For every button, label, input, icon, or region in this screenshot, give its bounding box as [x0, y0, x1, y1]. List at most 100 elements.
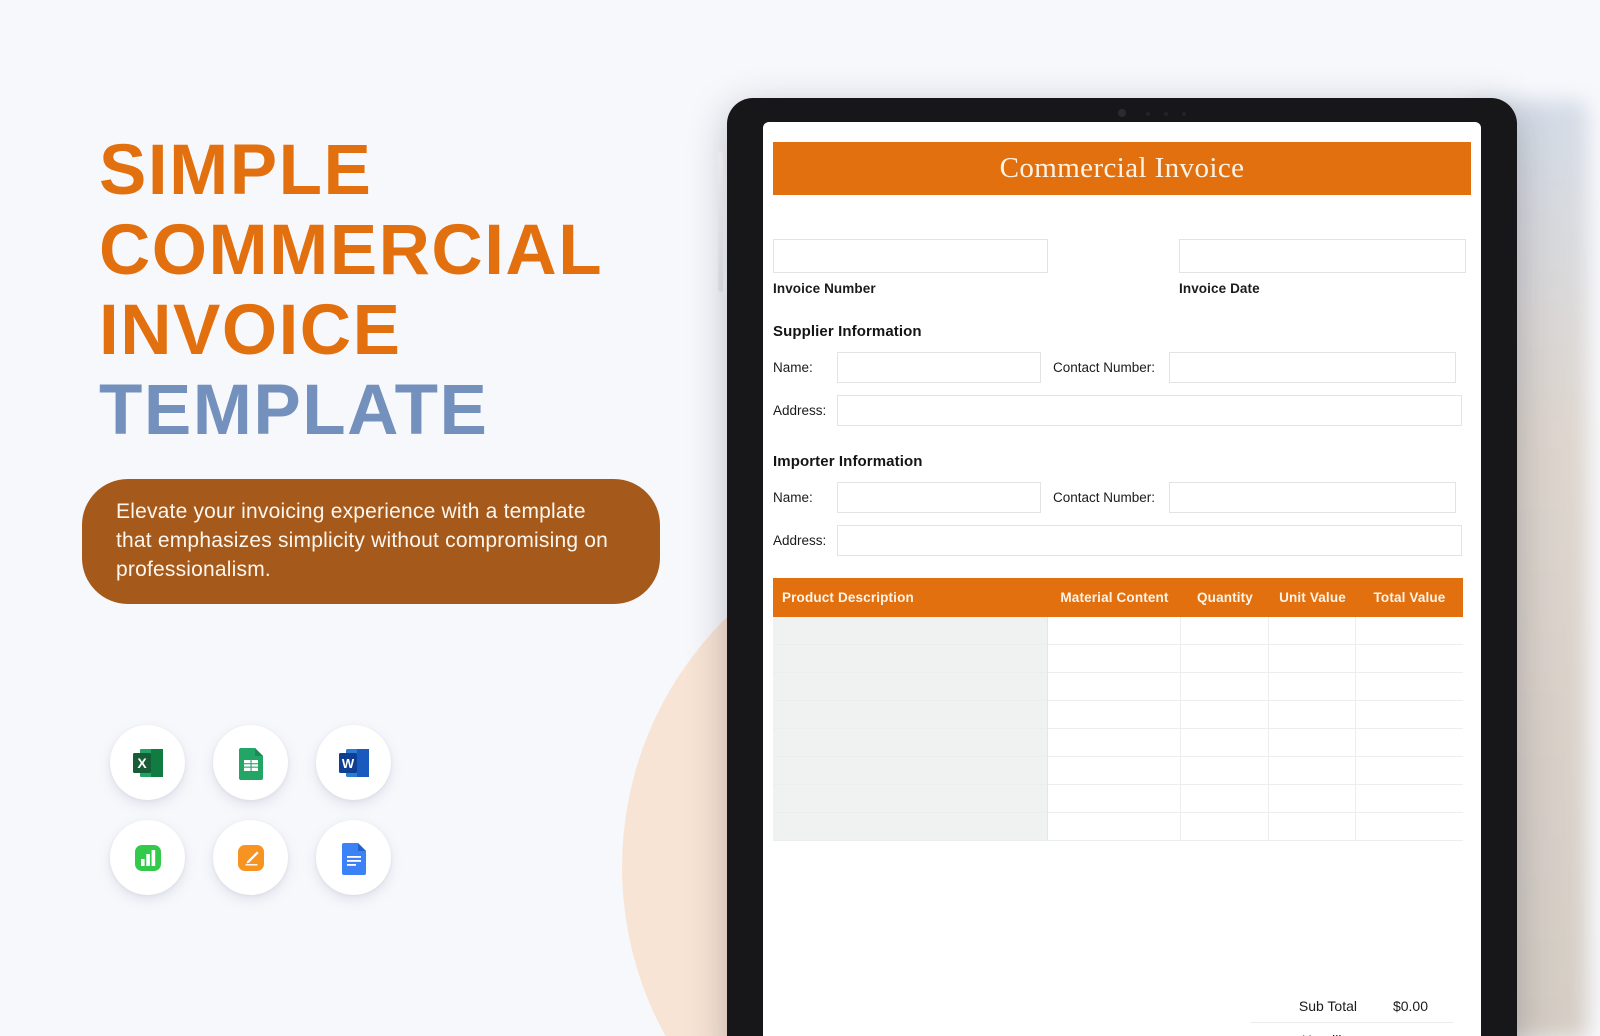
title-line-1: SIMPLE [99, 131, 373, 210]
invoice-document: Commercial Invoice Invoice Number Invoic… [763, 122, 1481, 1036]
table-cell[interactable] [773, 785, 1048, 813]
format-cell-google-sheets[interactable] [206, 718, 295, 807]
importer-name-label: Name: [773, 490, 813, 505]
format-cell-numbers[interactable] [103, 813, 192, 902]
invoice-number-field: Invoice Number [773, 239, 1048, 296]
table-cell[interactable] [1048, 785, 1181, 813]
table-cell[interactable] [1181, 813, 1269, 841]
table-cell[interactable] [1048, 729, 1181, 757]
svg-text:X: X [137, 755, 147, 771]
table-cell[interactable] [1356, 757, 1463, 785]
table-row[interactable] [773, 785, 1463, 813]
supplier-contact-input[interactable] [1169, 352, 1456, 383]
table-cell[interactable] [1181, 757, 1269, 785]
table-cell[interactable] [1356, 617, 1463, 645]
table-cell[interactable] [1048, 813, 1181, 841]
microsoft-word-icon[interactable]: W [316, 725, 391, 800]
totals-label: Sub Total [1298, 997, 1357, 1014]
format-cell-pages[interactable] [206, 813, 295, 902]
table-cell[interactable] [1181, 645, 1269, 673]
table-row[interactable] [773, 673, 1463, 701]
apple-pages-icon[interactable] [213, 820, 288, 895]
title-line-2: COMMERCIAL [99, 211, 604, 290]
table-cell[interactable] [773, 617, 1048, 645]
table-cell[interactable] [773, 757, 1048, 785]
table-row[interactable] [773, 729, 1463, 757]
table-cell[interactable] [1181, 701, 1269, 729]
table-cell[interactable] [1269, 673, 1356, 701]
file-format-row-1: X W [103, 718, 398, 807]
table-cell[interactable] [1181, 617, 1269, 645]
table-cell[interactable] [1356, 785, 1463, 813]
table-cell[interactable] [1181, 785, 1269, 813]
importer-name-row: Name: Contact Number: [773, 482, 1471, 513]
importer-address-input[interactable] [837, 525, 1462, 556]
importer-address-row: Address: [773, 525, 1471, 556]
table-cell[interactable] [1269, 645, 1356, 673]
table-cell[interactable] [1269, 757, 1356, 785]
microsoft-excel-icon[interactable]: X [110, 725, 185, 800]
table-cell[interactable] [773, 673, 1048, 701]
table-row[interactable] [773, 701, 1463, 729]
column-header-material-content: Material Content [1060, 590, 1169, 605]
tablet-screen: Commercial Invoice Invoice Number Invoic… [763, 122, 1481, 1036]
table-cell[interactable] [1356, 729, 1463, 757]
importer-name-input[interactable] [837, 482, 1041, 513]
products-table-body [773, 617, 1463, 841]
table-row[interactable] [773, 617, 1463, 645]
table-cell[interactable] [773, 645, 1048, 673]
invoice-number-label: Invoice Number [773, 281, 876, 296]
table-cell[interactable] [773, 813, 1048, 841]
supplier-address-input[interactable] [837, 395, 1462, 426]
hero-column: SIMPLE COMMERCIAL INVOICE TEMPLATE Eleva… [0, 0, 700, 1036]
invoice-number-input[interactable] [773, 239, 1048, 273]
apple-numbers-icon[interactable] [110, 820, 185, 895]
table-cell[interactable] [773, 729, 1048, 757]
table-cell[interactable] [1269, 729, 1356, 757]
importer-contact-label: Contact Number: [1053, 490, 1156, 505]
google-docs-icon[interactable] [316, 820, 391, 895]
table-cell[interactable] [1048, 645, 1181, 673]
tablet-side-buttons[interactable] [718, 152, 723, 292]
table-cell[interactable] [1181, 729, 1269, 757]
invoice-date-label: Invoice Date [1179, 281, 1260, 296]
table-cell[interactable] [1269, 813, 1356, 841]
totals-value[interactable]: $0.00 [1368, 998, 1453, 1014]
invoice-title: Commercial Invoice [999, 152, 1245, 184]
format-cell-word[interactable]: W [309, 718, 398, 807]
invoice-meta-row: Invoice Number Invoice Date [773, 239, 1471, 296]
title-line-4: TEMPLATE [99, 371, 489, 450]
invoice-date-input[interactable] [1179, 239, 1466, 273]
table-cell[interactable] [1048, 757, 1181, 785]
importer-address-label: Address: [773, 533, 827, 548]
products-table-header: Product Description Material Content Qua… [773, 578, 1463, 617]
column-header-total-value: Total Value [1373, 590, 1446, 605]
format-cell-excel[interactable]: X [103, 718, 192, 807]
table-cell[interactable] [1269, 701, 1356, 729]
table-cell[interactable] [1356, 673, 1463, 701]
table-cell[interactable] [1048, 617, 1181, 645]
table-cell[interactable] [1356, 701, 1463, 729]
table-cell[interactable] [1181, 673, 1269, 701]
table-cell[interactable] [1269, 617, 1356, 645]
table-cell[interactable] [1048, 701, 1181, 729]
table-cell[interactable] [1048, 673, 1181, 701]
supplier-name-label: Name: [773, 360, 813, 375]
supplier-section-title: Supplier Information [773, 323, 922, 340]
table-row[interactable] [773, 757, 1463, 785]
google-sheets-icon[interactable] [213, 725, 288, 800]
table-row[interactable] [773, 813, 1463, 841]
table-cell[interactable] [1269, 785, 1356, 813]
supplier-name-input[interactable] [837, 352, 1041, 383]
importer-contact-input[interactable] [1169, 482, 1456, 513]
table-cell[interactable] [1356, 645, 1463, 673]
tablet-mockup: Commercial Invoice Invoice Number Invoic… [727, 98, 1517, 1036]
table-cell[interactable] [773, 701, 1048, 729]
title-line-3: INVOICE [99, 291, 402, 370]
format-cell-google-docs[interactable] [309, 813, 398, 902]
table-row[interactable] [773, 645, 1463, 673]
file-format-row-2 [103, 813, 398, 902]
table-cell[interactable] [1356, 813, 1463, 841]
page-title: SIMPLE COMMERCIAL INVOICE TEMPLATE [99, 131, 699, 451]
supplier-contact-label: Contact Number: [1053, 360, 1156, 375]
